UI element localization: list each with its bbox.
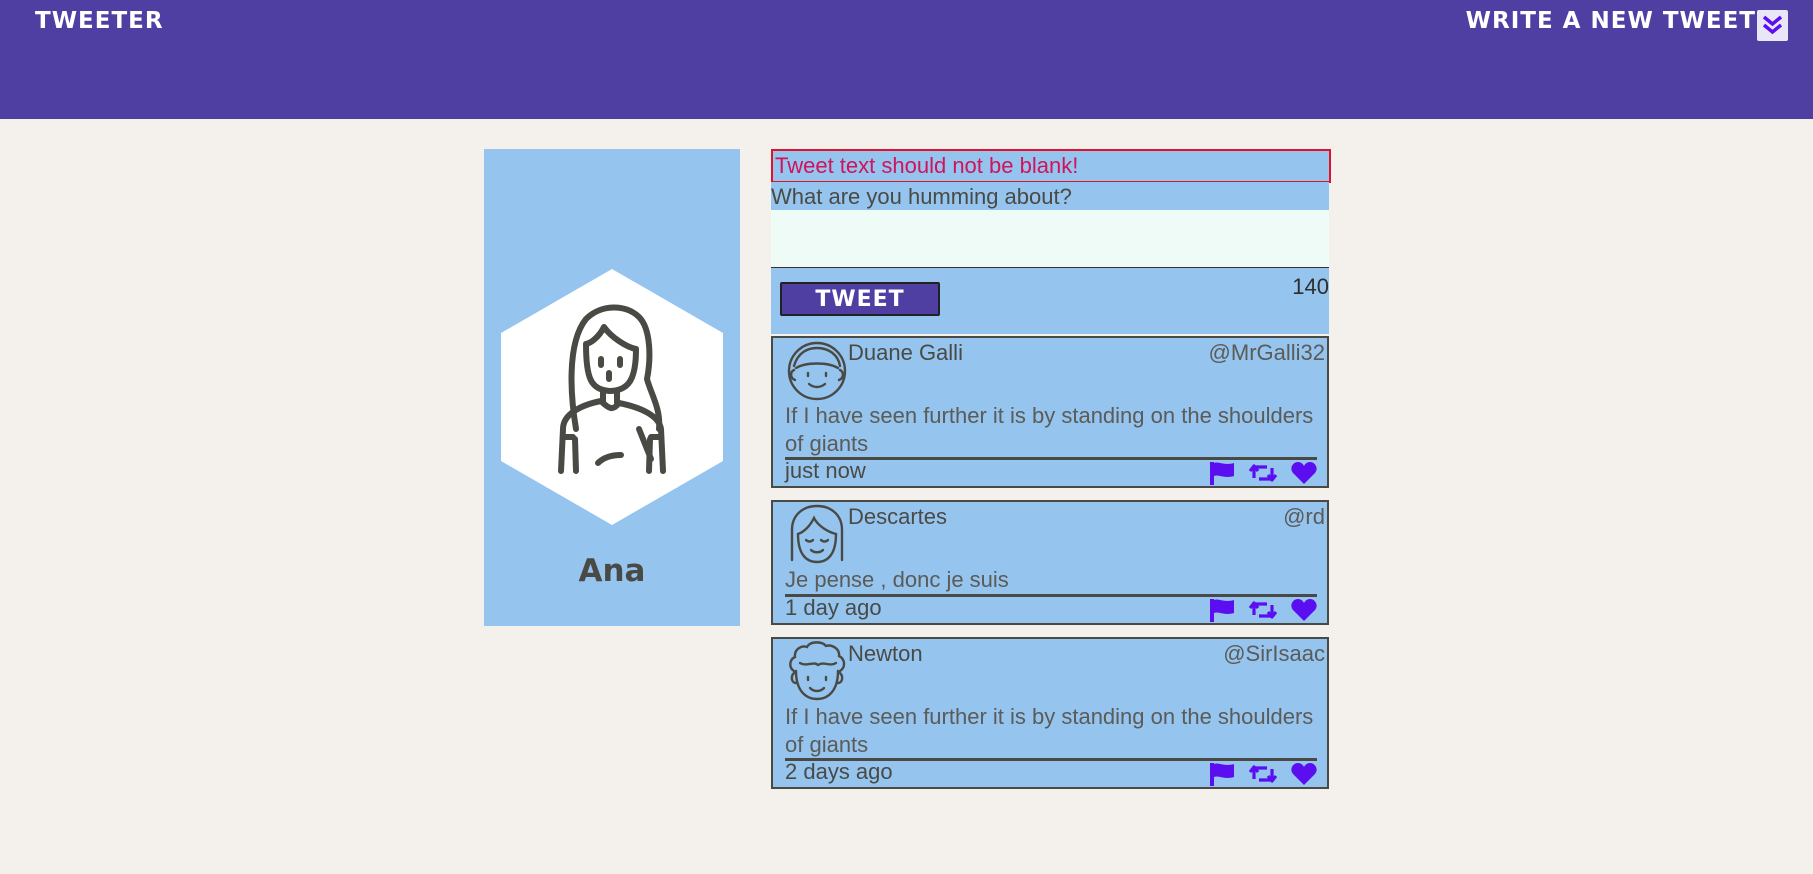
tweet-author: Duane Galli [848, 340, 963, 365]
tweet-card: Duane Galli @MrGalli32 If I have seen fu… [771, 336, 1329, 488]
tweet-textarea[interactable] [771, 210, 1329, 268]
write-new-tweet-link[interactable]: Write a new tweet [1466, 8, 1756, 34]
tweet-author: Newton [848, 641, 923, 666]
tweet-card: Descartes @rd Je pense , donc je suis 1 … [771, 500, 1329, 625]
tweet-text: If I have seen further it is by standing… [785, 403, 1314, 456]
flag-icon[interactable] [1209, 461, 1235, 485]
man-avatar-icon [787, 341, 847, 401]
navbar: Tweeter Write a new tweet [0, 0, 1813, 119]
error-message: Tweet text should not be blank! [771, 149, 1331, 183]
tweet-time: just now [785, 458, 866, 483]
compose-toggle-button[interactable] [1757, 10, 1788, 41]
tweet-actions [1209, 598, 1317, 622]
heart-icon[interactable] [1291, 599, 1317, 621]
tweet-card: Newton @SirIsaac If I have seen further … [771, 637, 1329, 789]
tweet-time: 2 days ago [785, 759, 893, 784]
retweet-icon[interactable] [1249, 599, 1277, 621]
curly-hair-avatar-icon [789, 641, 846, 701]
char-counter: 140 [1292, 274, 1329, 299]
retweet-icon[interactable] [1249, 763, 1277, 785]
tweet-button[interactable]: Tweet [780, 282, 940, 316]
flag-icon[interactable] [1209, 598, 1235, 622]
flag-icon[interactable] [1209, 762, 1235, 786]
tweet-author: Descartes [848, 504, 948, 529]
heart-icon[interactable] [1291, 462, 1317, 484]
tweet-actions [1209, 762, 1317, 786]
woman-avatar-icon [501, 269, 723, 525]
bob-hair-avatar-icon [790, 504, 844, 564]
compose-label: What are you humming about? [771, 184, 1072, 209]
tweet-text: Je pense , donc je suis [785, 567, 1009, 592]
compose-form: What are you humming about? Tweet 140 [771, 182, 1329, 334]
tweet-handle: @MrGalli32 [1208, 340, 1325, 365]
brand-logo[interactable]: Tweeter [35, 8, 164, 34]
tweet-text: If I have seen further it is by standing… [785, 704, 1314, 757]
retweet-icon[interactable] [1249, 462, 1277, 484]
tweet-time: 1 day ago [785, 595, 882, 620]
tweet-actions [1209, 461, 1317, 485]
double-chevron-down-icon [1762, 15, 1783, 35]
tweet-handle: @rd [1283, 504, 1325, 529]
heart-icon[interactable] [1291, 763, 1317, 785]
profile-card: Ana [484, 149, 740, 626]
profile-name: Ana [578, 553, 646, 589]
tweet-handle: @SirIsaac [1223, 641, 1325, 666]
